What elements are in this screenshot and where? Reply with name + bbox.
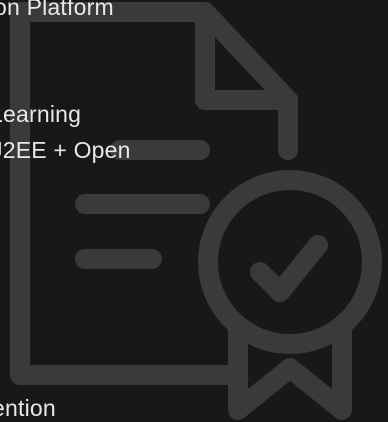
text-line-2: Learning [0, 101, 82, 127]
text-line-3: J2EE + Open [0, 137, 131, 163]
text-line-4: ention [0, 395, 56, 421]
badge-circle [198, 170, 382, 354]
certificate-document-icon [10, 2, 382, 420]
hero-section: on Platform Learning J2EE + Open ention [0, 0, 388, 422]
text-line-1: on Platform [0, 0, 114, 20]
badge-checkmark [250, 235, 328, 302]
